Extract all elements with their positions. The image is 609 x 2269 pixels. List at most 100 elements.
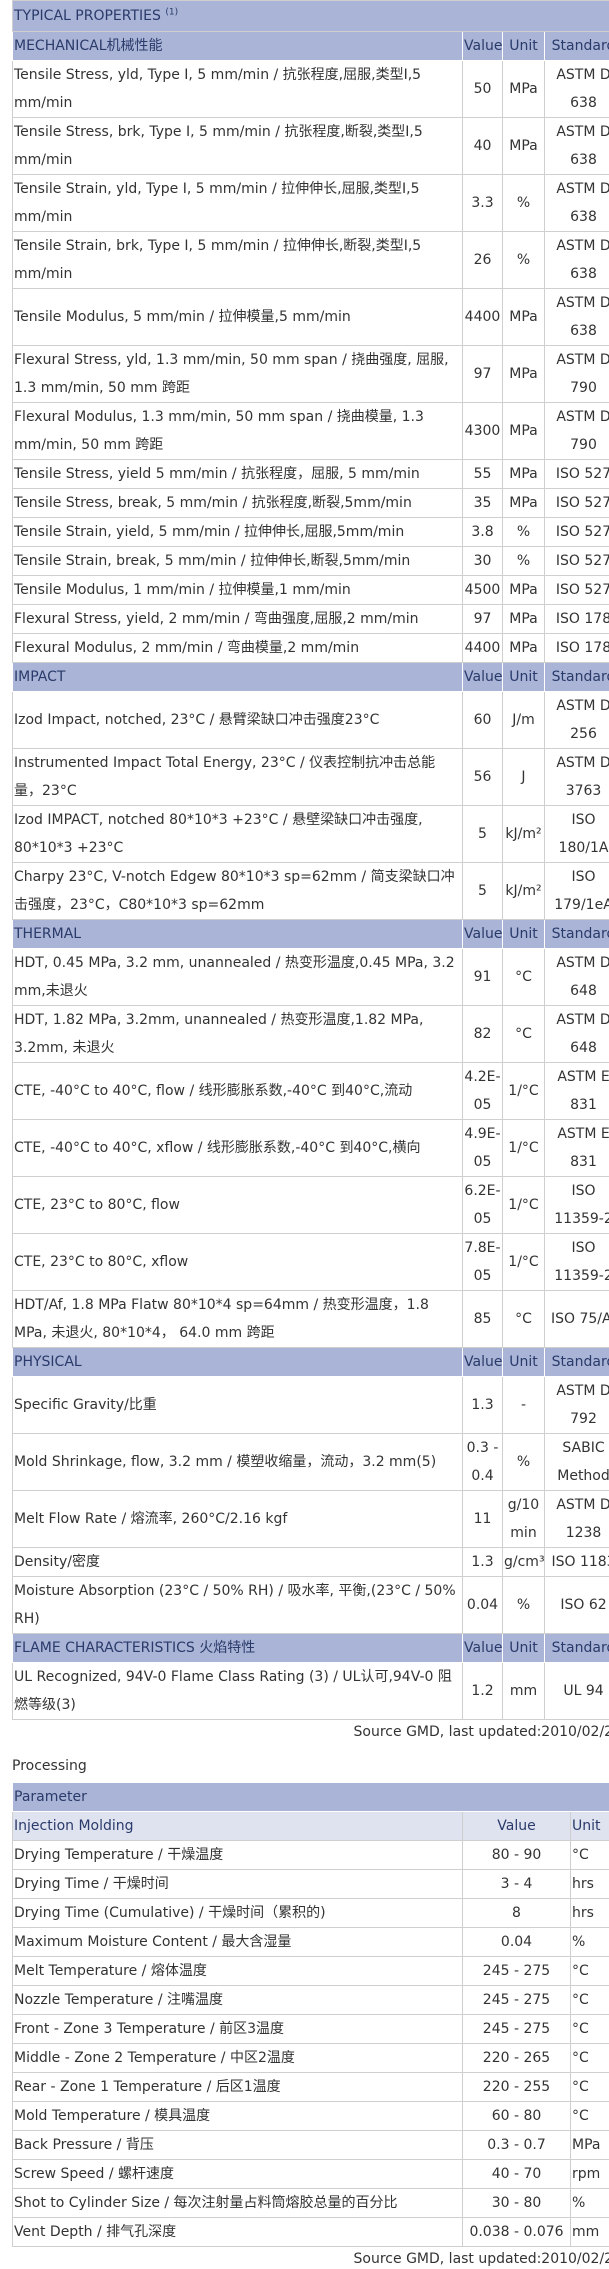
parameter-value: 30 - 80 xyxy=(463,2189,571,2218)
property-name: Tensile Strain, brk, Type I, 5 mm/min / … xyxy=(13,232,463,289)
property-standard: ASTM D 638 xyxy=(545,232,609,289)
property-row: Flexural Stress, yld, 1.3 mm/min, 50 mm … xyxy=(13,346,609,403)
property-row: HDT, 0.45 MPa, 3.2 mm, unannealed / 热变形温… xyxy=(13,949,609,1006)
section-label: MECHANICAL机械性能 xyxy=(13,32,463,61)
property-unit: J/m xyxy=(503,692,545,749)
parameter-unit: °C xyxy=(571,2102,609,2131)
property-value: 3.8 xyxy=(463,518,503,547)
column-header-unit: Unit xyxy=(503,1348,545,1377)
property-standard: ASTM D 1238 xyxy=(545,1491,609,1548)
section-label: PHYSICAL xyxy=(13,1348,463,1377)
processing-title: Processing xyxy=(12,1756,609,1776)
parameter-unit: °C xyxy=(571,1957,609,1986)
parameter-name: Maximum Moisture Content / 最大含湿量 xyxy=(13,1928,463,1957)
property-standard: ASTM D 256 xyxy=(545,692,609,749)
column-header-unit: Unit xyxy=(503,1634,545,1663)
property-row: Izod Impact, notched, 23°C / 悬臂梁缺口冲击强度23… xyxy=(13,692,609,749)
property-row: UL Recognized, 94V-0 Flame Class Rating … xyxy=(13,1663,609,1720)
property-unit: 1/°C xyxy=(503,1120,545,1177)
section-label: THERMAL xyxy=(13,920,463,949)
typical-properties-title-row: TYPICAL PROPERTIES (1) xyxy=(13,1,609,32)
parameter-unit: °C xyxy=(571,2044,609,2073)
property-standard: ISO 180/1A xyxy=(545,806,609,863)
processing-row: Screw Speed / 螺杆速度40 - 70rpm xyxy=(13,2160,609,2189)
section-header-row: FLAME CHARACTERISTICS 火焰特性ValueUnitStand… xyxy=(13,1634,609,1663)
property-standard: ISO 1183 xyxy=(545,1548,609,1577)
parameter-unit: rpm xyxy=(571,2160,609,2189)
processing-row: Melt Temperature / 熔体温度245 - 275°C xyxy=(13,1957,609,1986)
property-name: Tensile Modulus, 5 mm/min / 拉伸模量,5 mm/mi… xyxy=(13,289,463,346)
property-row: Izod IMPACT, notched 80*10*3 +23°C / 悬壁梁… xyxy=(13,806,609,863)
property-unit: kJ/m² xyxy=(503,863,545,920)
parameter-name: Shot to Cylinder Size / 每次注射量占料筒熔胶总量的百分比 xyxy=(13,2189,463,2218)
property-unit: J xyxy=(503,749,545,806)
processing-row: Drying Time (Cumulative) / 干燥时间（累积的)8hrs xyxy=(13,1899,609,1928)
property-unit: g/10 min xyxy=(503,1491,545,1548)
parameter-name: Drying Time / 干燥时间 xyxy=(13,1870,463,1899)
property-unit: mm xyxy=(503,1663,545,1720)
injection-molding-label: Injection Molding xyxy=(13,1812,463,1841)
property-standard: ASTM D 792 xyxy=(545,1377,609,1434)
typical-properties-footnote-mark: (1) xyxy=(165,7,178,17)
datasheet: TYPICAL PROPERTIES (1)MECHANICAL机械性能Valu… xyxy=(12,0,609,2269)
property-standard: SABIC Method xyxy=(545,1434,609,1491)
column-header-value: Value xyxy=(463,32,503,61)
property-name: Tensile Strain, break, 5 mm/min / 拉伸伸长,断… xyxy=(13,547,463,576)
property-value: 1.3 xyxy=(463,1548,503,1577)
property-unit: MPa xyxy=(503,346,545,403)
property-unit: °C xyxy=(503,1006,545,1063)
parameter-value: 40 - 70 xyxy=(463,2160,571,2189)
property-row: Tensile Strain, break, 5 mm/min / 拉伸伸长,断… xyxy=(13,547,609,576)
section-header-row: PHYSICALValueUnitStandard xyxy=(13,1348,609,1377)
property-value: 6.2E-05 xyxy=(463,1177,503,1234)
processing-row: Rear - Zone 1 Temperature / 后区1温度220 - 2… xyxy=(13,2073,609,2102)
parameter-name: Nozzle Temperature / 注嘴温度 xyxy=(13,1986,463,2015)
column-header-value: Value xyxy=(463,920,503,949)
property-value: 26 xyxy=(463,232,503,289)
property-unit: 1/°C xyxy=(503,1177,545,1234)
property-value: 0.04 xyxy=(463,1577,503,1634)
property-value: 1.3 xyxy=(463,1377,503,1434)
property-standard: ISO 527 xyxy=(545,489,609,518)
processing-row: Shot to Cylinder Size / 每次注射量占料筒熔胶总量的百分比… xyxy=(13,2189,609,2218)
property-value: 0.3 - 0.4 xyxy=(463,1434,503,1491)
property-name: Izod Impact, notched, 23°C / 悬臂梁缺口冲击强度23… xyxy=(13,692,463,749)
property-value: 4.2E-05 xyxy=(463,1063,503,1120)
processing-row: Middle - Zone 2 Temperature / 中区2温度220 -… xyxy=(13,2044,609,2073)
properties-source-note: Source GMD, last updated:2010/02/25 xyxy=(12,1722,609,1742)
section-header-row: MECHANICAL机械性能ValueUnitStandard xyxy=(13,32,609,61)
property-unit: kJ/m² xyxy=(503,806,545,863)
property-standard: ASTM D 790 xyxy=(545,403,609,460)
property-row: CTE, -40°C to 40°C, flow / 线形膨胀系数,-40°C … xyxy=(13,1063,609,1120)
column-header-standard: Standard xyxy=(545,663,609,692)
parameter-name: Drying Temperature / 干燥温度 xyxy=(13,1841,463,1870)
parameter-unit: hrs xyxy=(571,1870,609,1899)
property-name: Izod IMPACT, notched 80*10*3 +23°C / 悬壁梁… xyxy=(13,806,463,863)
property-standard: ISO 527 xyxy=(545,460,609,489)
column-header-value: Value xyxy=(463,1348,503,1377)
property-name: Flexural Modulus, 2 mm/min / 弯曲模量,2 mm/m… xyxy=(13,634,463,663)
processing-row: Mold Temperature / 模具温度60 - 80°C xyxy=(13,2102,609,2131)
property-unit: MPa xyxy=(503,634,545,663)
property-unit: g/cm³ xyxy=(503,1548,545,1577)
parameter-value: 3 - 4 xyxy=(463,1870,571,1899)
property-name: Charpy 23°C, V-notch Edgew 80*10*3 sp=62… xyxy=(13,863,463,920)
parameter-unit: °C xyxy=(571,2073,609,2102)
property-standard: ISO 11359-2 xyxy=(545,1177,609,1234)
processing-row: Drying Temperature / 干燥温度80 - 90°C xyxy=(13,1841,609,1870)
property-name: Flexural Stress, yld, 1.3 mm/min, 50 mm … xyxy=(13,346,463,403)
property-value: 55 xyxy=(463,460,503,489)
parameter-unit: % xyxy=(571,1928,609,1957)
column-header-standard: Standard xyxy=(545,920,609,949)
property-value: 82 xyxy=(463,1006,503,1063)
property-value: 56 xyxy=(463,749,503,806)
parameter-name: Back Pressure / 背压 xyxy=(13,2131,463,2160)
property-value: 3.3 xyxy=(463,175,503,232)
property-value: 60 xyxy=(463,692,503,749)
property-unit: MPa xyxy=(503,289,545,346)
property-name: CTE, 23°C to 80°C, flow xyxy=(13,1177,463,1234)
column-header-unit: Unit xyxy=(503,920,545,949)
parameter-name: Drying Time (Cumulative) / 干燥时间（累积的) xyxy=(13,1899,463,1928)
property-unit: % xyxy=(503,1577,545,1634)
parameter-name: Vent Depth / 排气孔深度 xyxy=(13,2218,463,2247)
